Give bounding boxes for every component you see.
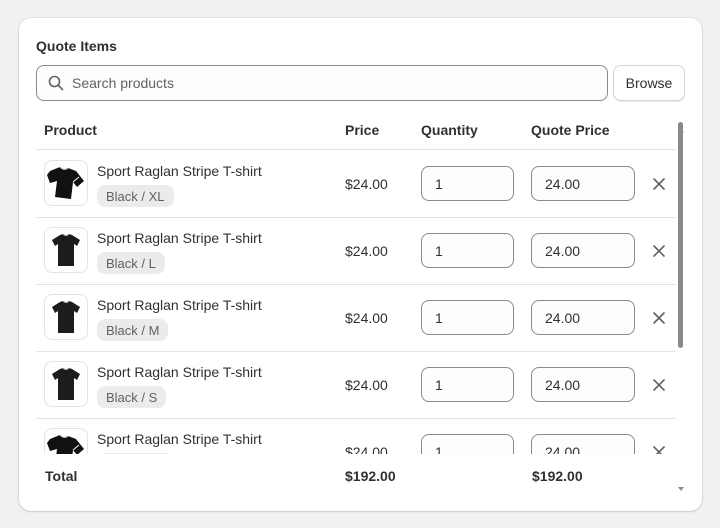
scroll-down-icon[interactable] xyxy=(676,484,686,494)
total-price: $192.00 xyxy=(345,468,396,484)
product-name[interactable]: Sport Raglan Stripe T-shirt xyxy=(97,297,262,313)
close-icon xyxy=(653,379,665,391)
tshirt-icon xyxy=(51,300,81,334)
column-header-quote-price: Quote Price xyxy=(531,122,610,138)
variant-badge: Black / XS xyxy=(97,453,175,454)
close-icon xyxy=(653,178,665,190)
product-price: $24.00 xyxy=(345,243,388,259)
tshirt-icon xyxy=(51,367,81,401)
quote-price-input[interactable]: 24.00 xyxy=(531,166,635,201)
total-label: Total xyxy=(45,468,78,484)
quote-price-input[interactable]: 24.00 xyxy=(531,434,635,454)
table-row: Sport Raglan Stripe T-shirt Black / S $24.… xyxy=(36,352,676,419)
variant-badge: Black / M xyxy=(97,319,169,341)
table-row: Sport Raglan Stripe T-shirt Black / XS $24… xyxy=(36,419,676,454)
table-header: Product Price Quantity Quote Price xyxy=(36,112,676,150)
product-thumbnail xyxy=(44,294,88,340)
remove-item-button[interactable] xyxy=(651,243,667,259)
quote-items-card: Quote Items Search products Browse Produ… xyxy=(19,18,702,511)
product-thumbnail xyxy=(44,227,88,273)
quantity-input[interactable]: 1 xyxy=(421,233,514,268)
card-title: Quote Items xyxy=(36,38,117,54)
table-row: Sport Raglan Stripe T-shirt Black / XL $24… xyxy=(36,151,676,218)
product-price: $24.00 xyxy=(345,176,388,192)
table-row: Sport Raglan Stripe T-shirt Black / L $24.… xyxy=(36,218,676,285)
column-header-price: Price xyxy=(345,122,380,138)
product-name[interactable]: Sport Raglan Stripe T-shirt xyxy=(97,163,262,179)
product-thumbnail xyxy=(44,428,88,454)
product-thumbnail xyxy=(44,160,88,206)
tshirt-icon xyxy=(51,233,81,267)
remove-item-button[interactable] xyxy=(651,444,667,454)
scrollbar-thumb[interactable] xyxy=(678,122,683,348)
quantity-input[interactable]: 1 xyxy=(421,434,514,454)
remove-item-button[interactable] xyxy=(651,377,667,393)
product-thumbnail xyxy=(44,361,88,407)
close-icon xyxy=(653,245,665,257)
variant-badge: Black / S xyxy=(97,386,167,408)
quote-price-input[interactable]: 24.00 xyxy=(531,300,635,335)
quote-items-table: Product Price Quantity Quote Price Sport… xyxy=(36,112,676,454)
quote-price-input[interactable]: 24.00 xyxy=(531,367,635,402)
variant-badge: Black / L xyxy=(97,252,165,274)
search-placeholder: Search products xyxy=(72,75,174,91)
table-scrollbar[interactable] xyxy=(676,112,686,494)
close-icon xyxy=(653,312,665,324)
close-icon xyxy=(653,446,665,454)
search-icon xyxy=(48,75,64,91)
tshirt-icon xyxy=(46,433,86,454)
browse-button[interactable]: Browse xyxy=(613,65,685,101)
product-name[interactable]: Sport Raglan Stripe T-shirt xyxy=(97,364,262,380)
quote-price-input[interactable]: 24.00 xyxy=(531,233,635,268)
quantity-input[interactable]: 1 xyxy=(421,300,514,335)
product-price: $24.00 xyxy=(345,444,388,454)
column-header-quantity: Quantity xyxy=(421,122,478,138)
variant-badge: Black / XL xyxy=(97,185,174,207)
remove-item-button[interactable] xyxy=(651,176,667,192)
quantity-input[interactable]: 1 xyxy=(421,367,514,402)
total-quote-price: $192.00 xyxy=(532,468,583,484)
table-row: Sport Raglan Stripe T-shirt Black / M $24.… xyxy=(36,285,676,352)
quantity-input[interactable]: 1 xyxy=(421,166,514,201)
product-name[interactable]: Sport Raglan Stripe T-shirt xyxy=(97,230,262,246)
remove-item-button[interactable] xyxy=(651,310,667,326)
product-price: $24.00 xyxy=(345,377,388,393)
product-name[interactable]: Sport Raglan Stripe T-shirt xyxy=(97,431,262,447)
search-input[interactable]: Search products xyxy=(36,65,608,101)
product-price: $24.00 xyxy=(345,310,388,326)
tshirt-icon xyxy=(46,165,86,201)
column-header-product: Product xyxy=(44,122,97,138)
